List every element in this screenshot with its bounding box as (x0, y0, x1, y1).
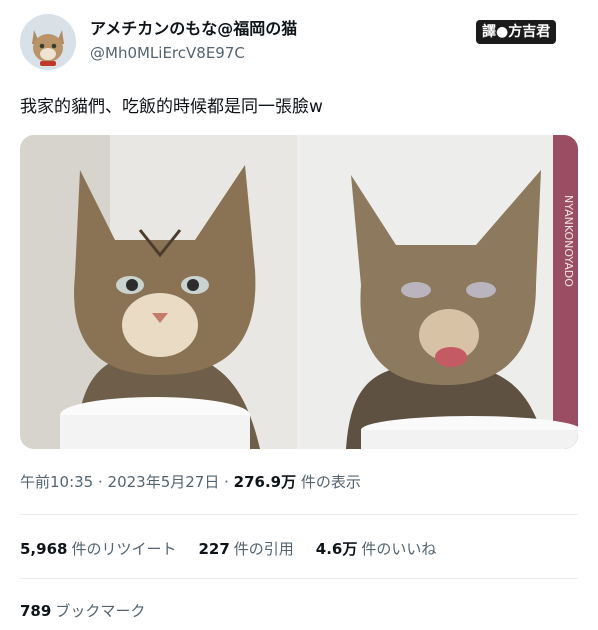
bookmarks-label: ブックマーク (55, 602, 146, 620)
bookmarks-stat[interactable]: 789 ブックマーク (20, 600, 145, 621)
cat-photo-left[interactable] (20, 135, 297, 449)
tweet-date[interactable]: 2023年5月27日 (108, 473, 220, 491)
likes-count: 4.6万 (315, 540, 358, 558)
tweet-meta: 午前10:35 · 2023年5月27日 · 276.9万 件の表示 (20, 471, 361, 492)
cat-photo-right-image: NYANKONOYADO (301, 135, 578, 449)
book-spine-text: NYANKONOYADO (562, 195, 575, 287)
meta-separator: · (219, 473, 234, 491)
meta-separator: · (93, 473, 108, 491)
retweets-count: 5,968 (20, 540, 68, 558)
avatar-cat-image (20, 14, 76, 70)
quotes-stat[interactable]: 227 件の引用 (198, 538, 293, 559)
author-handle[interactable]: @Mh0MLiErcV8E97C (90, 44, 245, 62)
translator-watermark-text: 譯●方吉君 (482, 24, 551, 40)
avatar[interactable] (20, 14, 76, 70)
tweet-time[interactable]: 午前10:35 (20, 473, 93, 491)
divider (20, 578, 578, 579)
engagement-stats: 5,968 件のリツイート 227 件の引用 4.6万 件のいいね (20, 538, 436, 559)
retweets-label: 件のリツイート (71, 540, 177, 558)
tweet-media[interactable]: NYANKONOYADO (20, 135, 578, 449)
tweet-text: 我家的貓們、吃飯的時候都是同一張臉w (20, 97, 323, 117)
retweets-stat[interactable]: 5,968 件のリツイート (20, 538, 176, 559)
quotes-count: 227 (198, 540, 230, 558)
divider (20, 514, 578, 515)
likes-label: 件のいいね (361, 540, 437, 558)
cat-photo-right[interactable]: NYANKONOYADO (301, 135, 578, 449)
views-count: 276.9万 (233, 473, 297, 491)
cat-photo-left-image (20, 135, 297, 449)
bookmarks-count: 789 (20, 602, 52, 620)
quotes-label: 件の引用 (233, 540, 294, 558)
author-display-name[interactable]: アメチカンのもな@福岡の猫 (90, 15, 297, 39)
likes-stat[interactable]: 4.6万 件のいいね (316, 538, 437, 559)
views-label: 件の表示 (296, 473, 361, 491)
translator-watermark: 譯●方吉君 (476, 20, 557, 44)
